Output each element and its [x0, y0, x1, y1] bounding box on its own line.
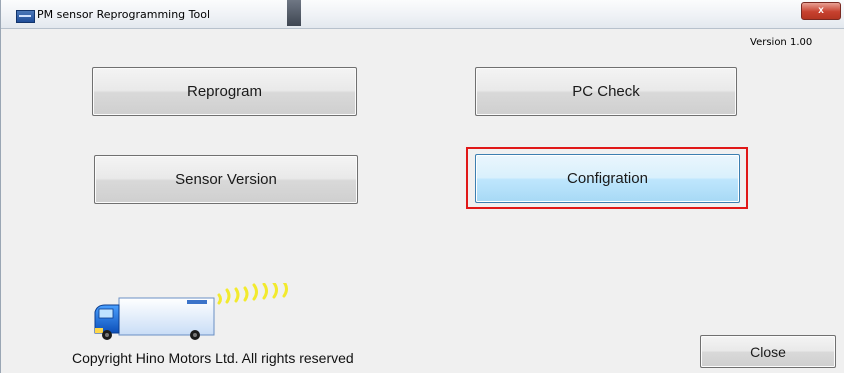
- app-window: PM sensor Reprogramming Tool x Version 1…: [0, 0, 844, 373]
- truck-icon: [94, 283, 288, 340]
- title-bar-artifact: [287, 0, 301, 26]
- pc-check-button[interactable]: PC Check: [475, 67, 737, 116]
- signal-waves-icon: [217, 283, 288, 305]
- window-title: PM sensor Reprogramming Tool: [37, 8, 211, 21]
- version-label: Version 1.00: [750, 37, 813, 48]
- close-window-button[interactable]: x: [801, 2, 841, 20]
- reprogram-button[interactable]: Reprogram: [92, 67, 357, 116]
- highlight-box: [466, 147, 748, 209]
- title-bar[interactable]: PM sensor Reprogramming Tool x: [1, 0, 844, 29]
- close-button[interactable]: Close: [700, 335, 836, 368]
- app-window-icon: [16, 10, 35, 23]
- sensor-version-button[interactable]: Sensor Version: [94, 155, 358, 204]
- copyright-text: Copyright Hino Motors Ltd. All rights re…: [72, 350, 354, 366]
